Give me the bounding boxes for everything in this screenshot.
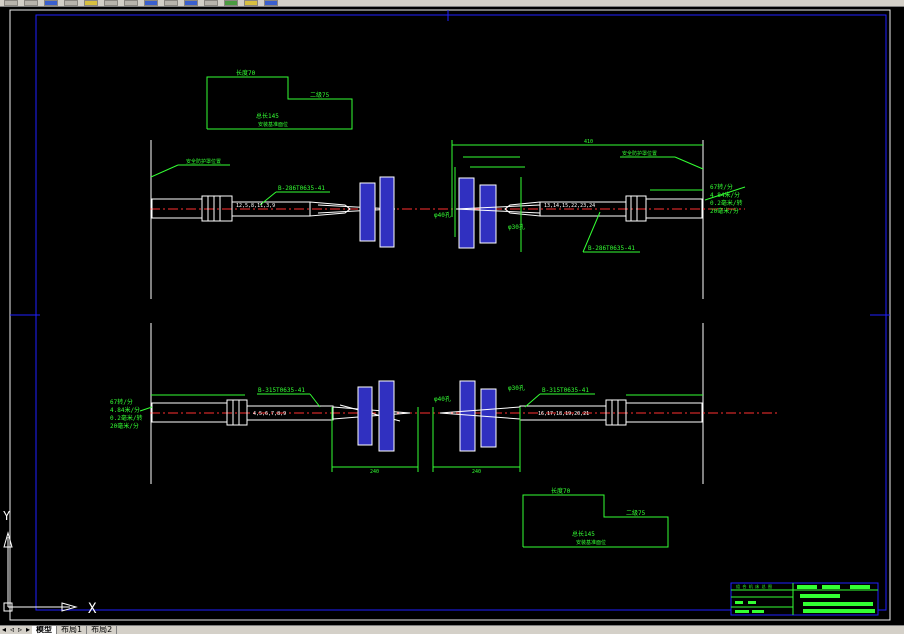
left-part-code: B-315T0635-41 — [258, 387, 305, 394]
right-spindle-id: 16,17,18,19,20,21 — [538, 411, 589, 417]
dia-30-label: φ30孔 — [508, 384, 525, 392]
right-part-code: B-286T0635-41 — [588, 245, 635, 252]
properties-icon[interactable] — [224, 0, 238, 6]
speed-rpm: 67转/分 — [710, 183, 733, 191]
speed-per-rev: 0.2毫米/转 — [710, 199, 742, 207]
help-icon[interactable] — [264, 0, 278, 6]
tab-model[interactable]: 模型 — [32, 626, 57, 634]
right-spindle-id: 13,14,15,22,23,24 — [544, 203, 595, 209]
left-spindle-id: 4,5,6,7,8,9 — [253, 411, 286, 417]
tab-prev-icon[interactable]: ◃ — [8, 626, 16, 634]
undo-icon[interactable] — [144, 0, 158, 6]
layer-icon[interactable] — [244, 0, 258, 6]
print-icon[interactable] — [64, 0, 78, 6]
open-icon[interactable] — [24, 0, 38, 6]
tab-first-icon[interactable]: ◂ — [0, 626, 8, 634]
right-ref-note: 安全防护罩位置 — [622, 150, 657, 157]
box-width-label: 长度70 — [551, 487, 571, 495]
ucs-y-label: Y — [3, 509, 11, 523]
save-icon[interactable] — [44, 0, 58, 6]
copy-icon[interactable] — [104, 0, 118, 6]
tab-layout1[interactable]: 布局1 — [57, 626, 88, 634]
sheet-border — [9, 9, 891, 621]
bottom-view — [150, 323, 778, 484]
new-icon[interactable] — [4, 0, 18, 6]
dia-40-label: φ40孔 — [434, 211, 451, 219]
box-note: 安装基准面位 — [258, 121, 288, 128]
redo-icon[interactable] — [164, 0, 178, 6]
speed-feed: 4.84米/分 — [710, 191, 740, 199]
cut-icon[interactable] — [84, 0, 98, 6]
left-ref-note: 安全防护罩位置 — [186, 158, 221, 165]
box-width-label: 长度70 — [236, 69, 256, 77]
box-step-label: 二级75 — [626, 509, 646, 517]
speed-rpm: 67转/分 — [110, 398, 133, 406]
pan-icon[interactable] — [184, 0, 198, 6]
toolbar — [0, 0, 904, 7]
bottom-view-dimensions — [139, 393, 703, 472]
box-note: 安装基准面位 — [576, 539, 606, 546]
drawing-frame — [35, 14, 887, 611]
top-overall-dim: 410 — [584, 139, 593, 145]
tab-layout2[interactable]: 布局2 — [87, 626, 118, 634]
box-total-label: 总长145 — [572, 530, 595, 538]
paste-icon[interactable] — [124, 0, 138, 6]
box-step-label: 二级75 — [310, 91, 330, 99]
cad-drawing: 长度70 二级75 总长145 安装基准面位 长度70 二级75 总长145 安… — [3, 9, 891, 621]
left-part-code: B-286T0635-41 — [278, 185, 325, 192]
right-part-code: B-315T0635-41 — [542, 387, 589, 394]
left-spindle-id: 12,5,8,11,3,9 — [236, 203, 275, 209]
drawing-canvas[interactable]: 长度70 二级75 总长145 安装基准面位 长度70 二级75 总长145 安… — [0, 7, 904, 625]
top-view — [150, 140, 745, 299]
zoom-icon[interactable] — [204, 0, 218, 6]
ucs-x-label: X — [88, 601, 97, 617]
box-total-label: 总长145 — [256, 112, 279, 120]
dia-30-label: φ30孔 — [508, 223, 525, 231]
dia-40-label: φ40孔 — [434, 395, 451, 403]
tab-last-icon[interactable]: ▸ — [24, 626, 32, 634]
ucs-icon — [3, 531, 78, 612]
speed-per-min: 20毫米/分 — [110, 422, 139, 430]
tab-next-icon[interactable]: ▹ — [16, 626, 24, 634]
title-block-header: 组 合 机 床 总 图 — [736, 583, 772, 589]
speed-per-rev: 0.2毫米/转 — [110, 414, 142, 422]
dim-left: 240 — [370, 469, 379, 475]
speed-feed: 4.84米/分 — [110, 406, 140, 414]
layout-tab-bar: ◂ ◃ ▹ ▸ 模型 布局1 布局2 — [0, 625, 904, 634]
speed-per-min: 20毫米/分 — [710, 207, 739, 215]
dim-right: 240 — [472, 469, 481, 475]
